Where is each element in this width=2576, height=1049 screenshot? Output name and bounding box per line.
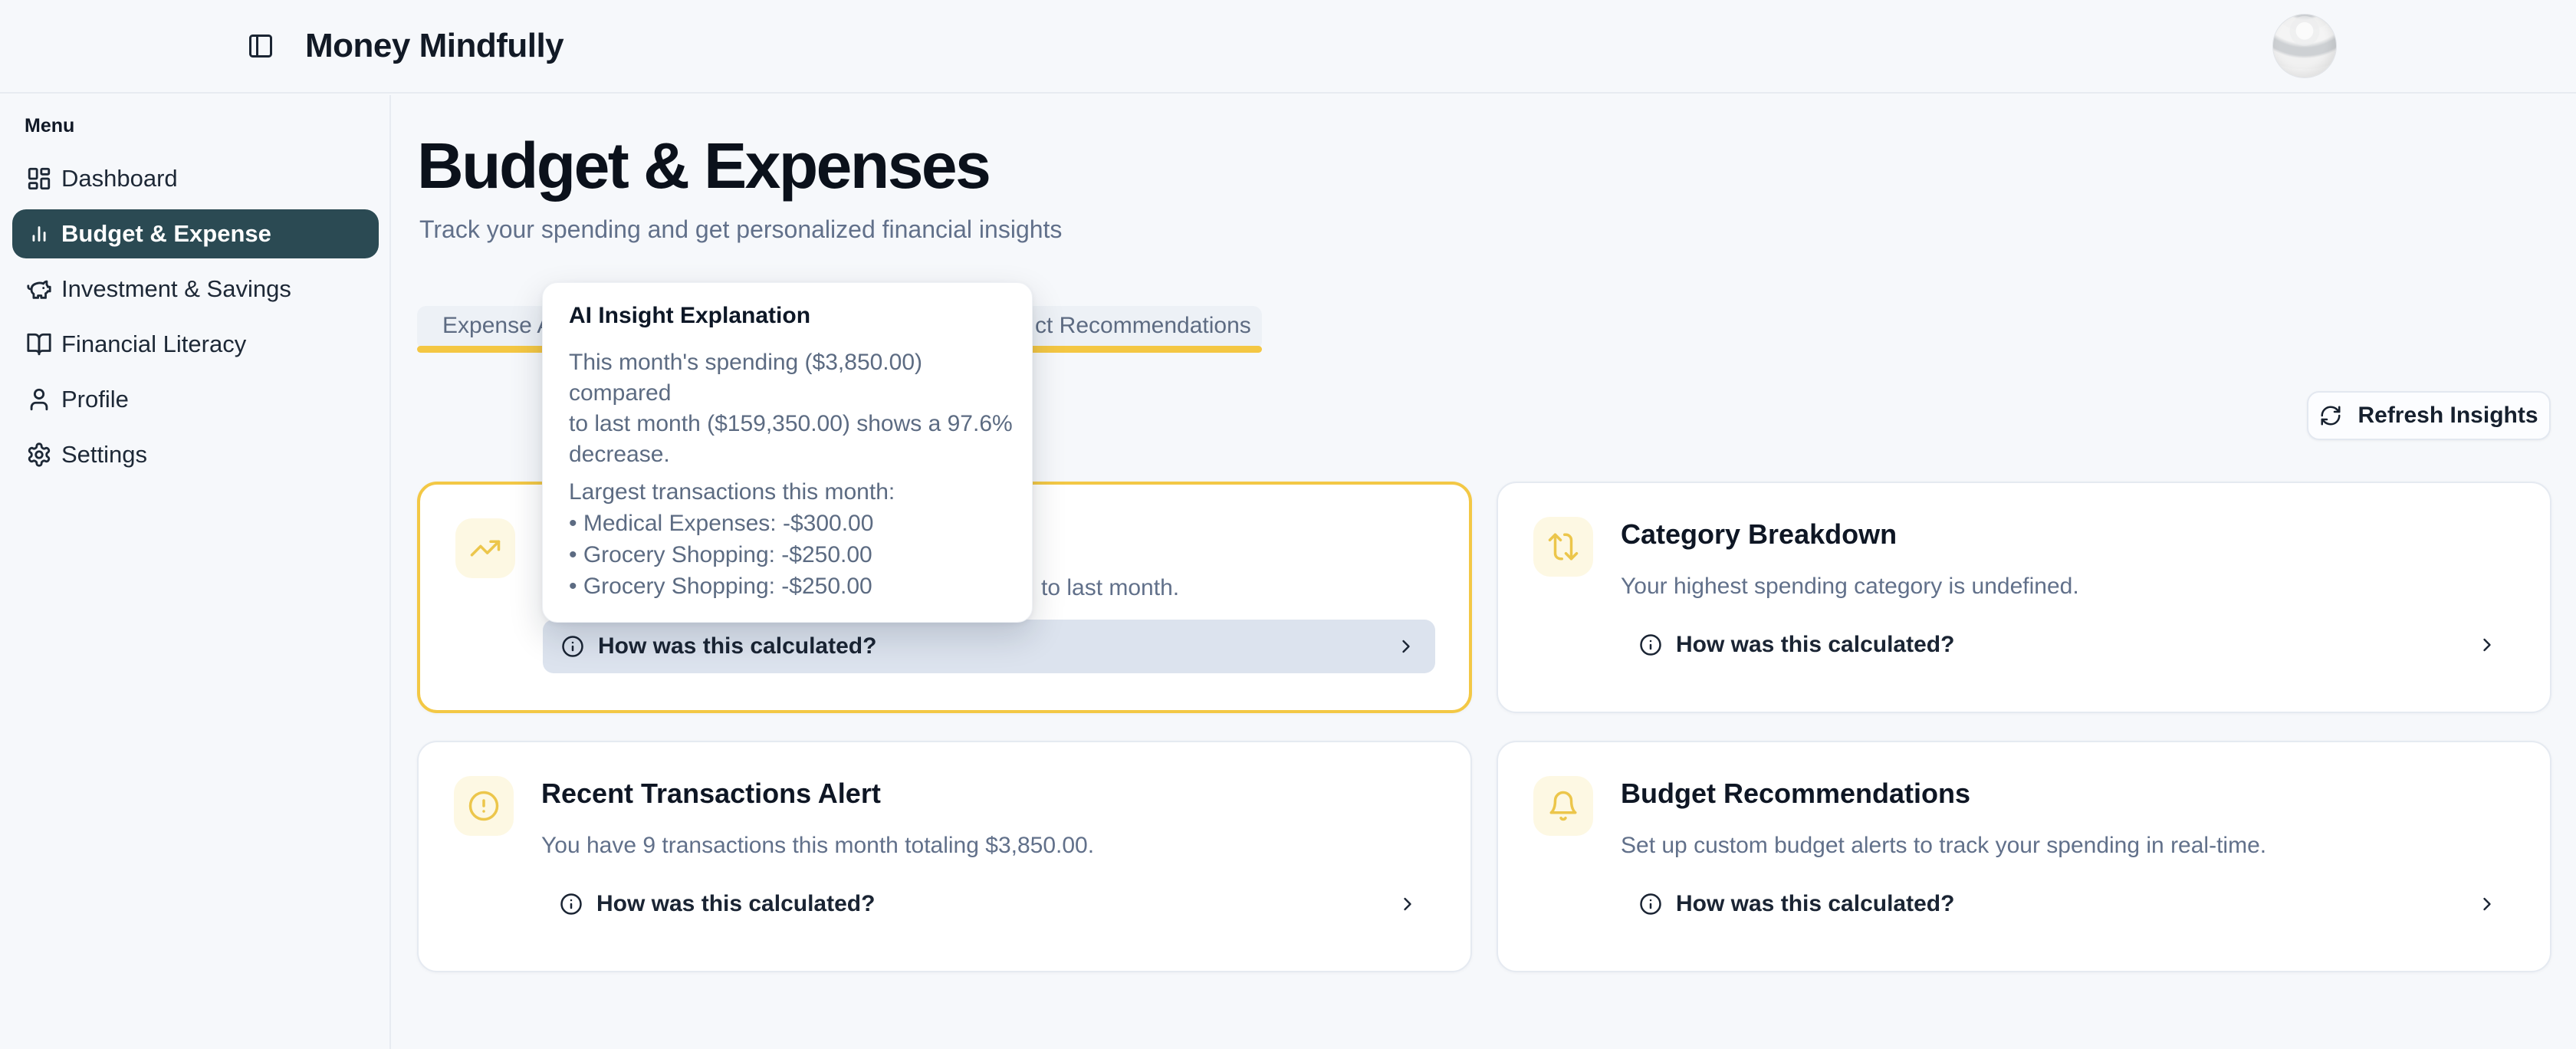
how-calculated-button-spending[interactable]: How was this calculated? <box>543 620 1435 673</box>
popover-body: This month's spending ($3,850.00) compar… <box>569 347 1014 470</box>
tab-expense-analysis[interactable]: Expense A <box>442 306 552 346</box>
how-calculated-label: How was this calculated? <box>1676 632 1954 658</box>
sidebar-nav: Dashboard Budget & Expense Investment & … <box>12 154 379 485</box>
popover-title: AI Insight Explanation <box>569 303 810 329</box>
card-budget-recommendations: Budget Recommendations Set up custom bud… <box>1497 741 2551 972</box>
alert-circle-icon <box>454 776 514 836</box>
chevron-right-icon <box>1395 636 1417 657</box>
chevron-right-icon <box>2476 634 2498 656</box>
card-title: Category Breakdown <box>1621 518 1897 551</box>
refresh-insights-label: Refresh Insights <box>2358 403 2538 429</box>
sidebar-item-dashboard[interactable]: Dashboard <box>12 154 379 203</box>
app-header: Money Mindfully <box>0 0 2576 94</box>
ai-insight-popover: AI Insight Explanation This month's spen… <box>542 282 1033 623</box>
sidebar-item-investment-savings[interactable]: Investment & Savings <box>12 265 379 314</box>
sidebar-item-budget-expense[interactable]: Budget & Expense <box>12 209 379 258</box>
gear-icon <box>26 442 52 468</box>
card-subtitle: Your highest spending category is undefi… <box>1621 574 2079 600</box>
avatar[interactable] <box>2272 14 2337 78</box>
bar-chart-icon <box>26 221 52 247</box>
popover-list-item: • Medical Expenses: -$300.00 <box>569 508 1014 539</box>
tab-recommendations[interactable]: ct Recommendations <box>1035 306 1251 346</box>
sidebar-item-label: Financial Literacy <box>61 330 246 358</box>
info-icon <box>1639 893 1662 916</box>
how-calculated-button-category[interactable]: How was this calculated? <box>1621 618 2516 672</box>
popover-list-header: Largest transactions this month: <box>569 476 1014 508</box>
card-subtitle: You have 9 transactions this month total… <box>541 833 1094 859</box>
book-open-icon <box>26 331 52 357</box>
info-icon <box>560 893 583 916</box>
piggy-bank-icon <box>26 276 52 302</box>
repeat-icon <box>1533 517 1593 577</box>
info-icon <box>1639 633 1662 656</box>
sidebar-item-label: Settings <box>61 441 147 469</box>
card-title: Budget Recommendations <box>1621 778 1970 810</box>
card-subtitle-fragment: to last month. <box>1041 575 1179 601</box>
card-category-breakdown: Category Breakdown Your highest spending… <box>1497 482 2551 713</box>
trending-up-icon <box>455 518 515 578</box>
card-recent-transactions: Recent Transactions Alert You have 9 tra… <box>417 741 1472 972</box>
sidebar-section-label: Menu <box>25 115 74 137</box>
how-calculated-button-budget[interactable]: How was this calculated? <box>1621 877 2516 931</box>
refresh-insights-button[interactable]: Refresh Insights <box>2307 391 2551 440</box>
how-calculated-label: How was this calculated? <box>598 633 876 659</box>
sidebar-toggle-button[interactable] <box>247 32 274 60</box>
page-title: Budget & Expenses <box>417 129 989 203</box>
popover-list-item: • Grocery Shopping: -$250.00 <box>569 571 1014 602</box>
sidebar: Menu Dashboard Budget & Expense Investme… <box>0 95 391 1049</box>
app-title: Money Mindfully <box>305 27 564 65</box>
sidebar-item-label: Budget & Expense <box>61 220 271 248</box>
popover-transactions-list: Largest transactions this month: • Medic… <box>569 476 1014 602</box>
sidebar-item-label: Investment & Savings <box>61 275 291 303</box>
info-icon <box>561 635 584 658</box>
page-subtitle: Track your spending and get personalized… <box>419 215 1062 244</box>
popover-list-item: • Grocery Shopping: -$250.00 <box>569 539 1014 571</box>
chevron-right-icon <box>1397 893 1418 915</box>
sidebar-item-profile[interactable]: Profile <box>12 375 379 424</box>
panel-left-icon <box>247 32 274 60</box>
bell-icon <box>1533 776 1593 836</box>
user-icon <box>26 386 52 413</box>
chevron-right-icon <box>2476 893 2498 915</box>
how-calculated-label: How was this calculated? <box>596 891 875 917</box>
dashboard-icon <box>26 166 52 192</box>
how-calculated-button-transactions[interactable]: How was this calculated? <box>541 877 1437 931</box>
card-subtitle: Set up custom budget alerts to track you… <box>1621 833 2266 859</box>
sidebar-item-financial-literacy[interactable]: Financial Literacy <box>12 320 379 369</box>
sidebar-item-label: Profile <box>61 386 129 413</box>
refresh-icon <box>2319 404 2342 427</box>
card-title: Recent Transactions Alert <box>541 778 881 810</box>
sidebar-item-settings[interactable]: Settings <box>12 430 379 479</box>
how-calculated-label: How was this calculated? <box>1676 891 1954 917</box>
sidebar-item-label: Dashboard <box>61 165 178 192</box>
